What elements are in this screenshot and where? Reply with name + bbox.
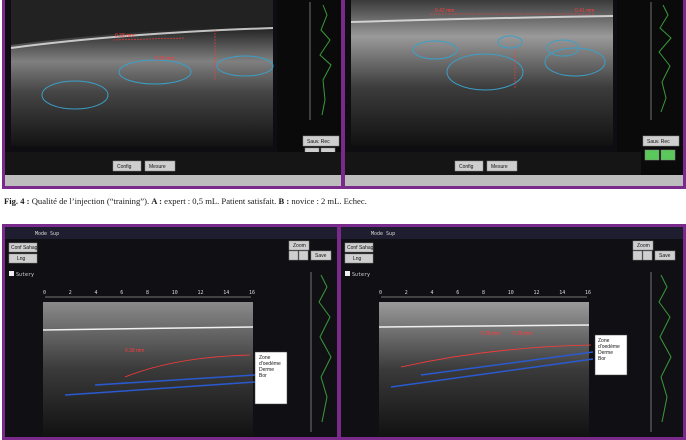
measure-label: 0.38 mm [115,33,134,39]
ruler-tick-label: 14 [223,290,229,296]
ruler-tick-label: 12 [534,290,540,296]
rewind-button[interactable] [632,250,643,261]
svg-text:Config: Config [117,164,132,170]
measure-label: 0.41 mm [575,8,594,14]
ruler-tick-label: 12 [198,290,204,296]
stop-button[interactable] [660,149,676,161]
ultrasound-panel-a: 0.38 mm 0.39 mm Sauv. Rec Config Mesure [2,0,344,189]
ruler-tick-label: 4 [95,290,98,296]
ruler-tick-label: 0 [43,290,46,296]
ruler-tick-label: 2 [405,290,408,296]
ruler-tick-label: 10 [508,290,514,296]
ultrasound-panel-d: Mode Sup Conf Sahage Lng Sutery Zoom Sav… [338,224,686,440]
svg-text:Save: Save [659,253,671,259]
svg-text:Config: Config [459,164,474,170]
figure-caption: Fig. 4 : Qualité de l’injection (“traini… [4,196,367,206]
measure-label: 0.38 mm [513,331,532,337]
svg-text:Bor: Bor [259,373,267,379]
ultrasound-panel-b: 0.42 mm 0.41 mm Sauv. Rec Config Mesure [342,0,686,189]
ruler-tick-label: 8 [482,290,485,296]
measure-label: 0.42 mm [435,8,454,14]
ruler-tick-label: 8 [146,290,149,296]
svg-text:Mesure: Mesure [491,164,508,170]
menu-title: Mode Sup [371,231,395,237]
ultrasound-view-c: Mode Sup Conf Sahage Lng Sutery Zoom Sav… [5,227,337,437]
ruler-tick-label: 10 [172,290,178,296]
svg-text:Sauv. Rec: Sauv. Rec [647,139,670,145]
menu-title: Mode Sup [35,231,59,237]
ultrasound-view-a: 0.38 mm 0.39 mm Sauv. Rec Config Mesure [5,0,341,186]
ruler-tick-label: 16 [585,290,591,296]
svg-text:Conf Sahage: Conf Sahage [11,245,40,251]
svg-text:Zoom: Zoom [637,243,650,249]
checkbox[interactable] [345,271,350,276]
svg-text:Lng: Lng [353,256,362,262]
ultrasound-view-d: Mode Sup Conf Sahage Lng Sutery Zoom Sav… [341,227,683,437]
svg-text:Sutery: Sutery [352,272,370,278]
svg-text:Mesure: Mesure [149,164,166,170]
svg-text:Lng: Lng [17,256,26,262]
forward-button[interactable] [298,250,309,261]
ultrasound-panel-c: Mode Sup Conf Sahage Lng Sutery Zoom Sav… [2,224,340,440]
svg-text:Save: Save [315,253,327,259]
svg-text:Sutery: Sutery [16,272,34,278]
svg-text:Conf Sahage: Conf Sahage [347,245,376,251]
ruler-tick-label: 6 [120,290,123,296]
ruler-tick-label: 16 [249,290,255,296]
checkbox[interactable] [9,271,14,276]
svg-text:Bor: Bor [598,356,606,362]
measure-label: 0.39 mm [155,56,174,62]
ruler-tick-label: 0 [379,290,382,296]
svg-text:Zoom: Zoom [293,243,306,249]
play-button[interactable] [644,149,660,161]
measure-label: 0.38 mm [481,331,500,337]
svg-text:Sauv. Rec: Sauv. Rec [307,139,330,145]
measure-label: 0.38 mm [125,348,144,354]
ruler-tick-label: 6 [456,290,459,296]
ruler-tick-label: 4 [431,290,434,296]
ruler-tick-label: 14 [559,290,565,296]
ultrasound-view-b: 0.42 mm 0.41 mm Sauv. Rec Config Mesure [345,0,683,186]
rewind-button[interactable] [288,250,299,261]
forward-button[interactable] [642,250,653,261]
ruler-tick-label: 2 [69,290,72,296]
